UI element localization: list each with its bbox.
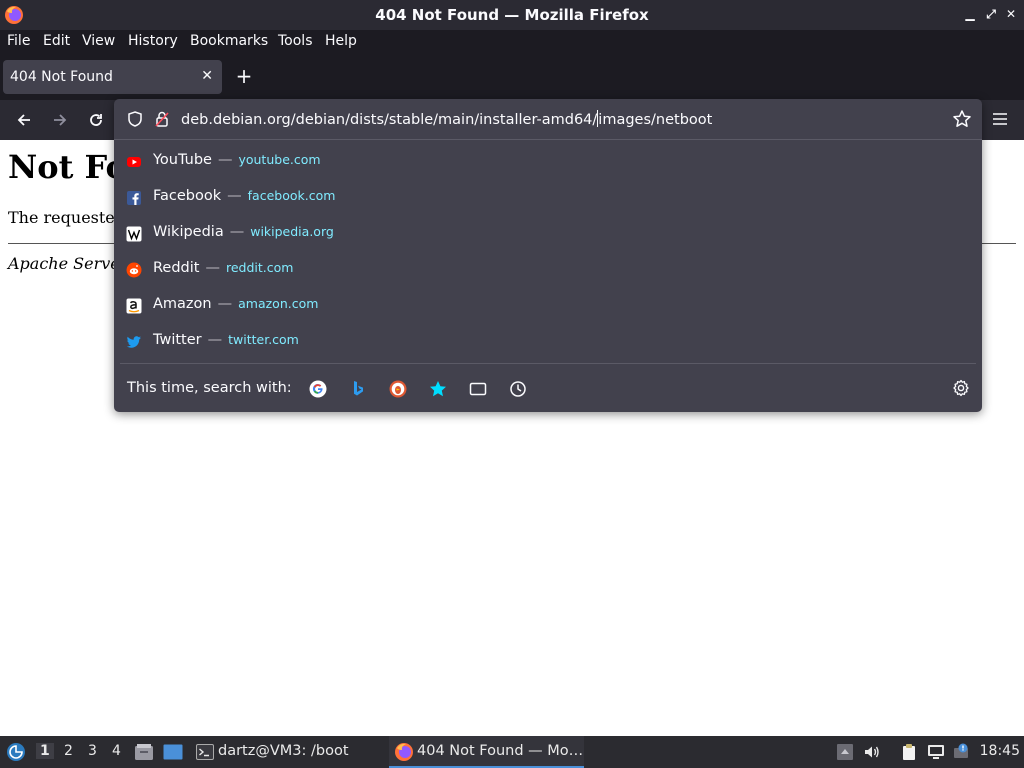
terminal-icon <box>196 744 214 760</box>
menu-history[interactable]: History <box>128 33 178 49</box>
suggestion-title: Wikipedia <box>153 224 224 240</box>
amazon-icon <box>126 298 142 314</box>
menu-view[interactable]: View <box>82 33 115 49</box>
suggestion-title: Twitter <box>153 332 202 348</box>
keyboard-layout-icon[interactable] <box>836 743 854 761</box>
new-tab-button[interactable]: + <box>234 66 254 86</box>
workspace-4[interactable]: 4 <box>112 743 121 759</box>
task-label: 404 Not Found — Mo… <box>417 743 584 759</box>
suggestion-title: Facebook <box>153 188 222 204</box>
youtube-icon <box>127 157 141 167</box>
url-text-before-caret: deb.debian.org/debian/dists/stable/main/… <box>181 112 598 128</box>
reddit-icon <box>126 262 142 278</box>
tab-close-icon[interactable]: ✕ <box>201 68 213 84</box>
google-icon[interactable] <box>308 379 328 399</box>
search-with-label: This time, search with: <box>127 380 292 396</box>
url-input[interactable]: deb.debian.org/debian/dists/stable/main/… <box>181 110 712 128</box>
tab-strip: 404 Not Found ✕ + <box>0 54 1024 100</box>
suggestion-separator: — <box>217 152 233 168</box>
menu-bar: File Edit View History Bookmarks Tools H… <box>0 30 1024 54</box>
bookmark-star-icon[interactable] <box>952 109 972 129</box>
tracking-protection-shield-icon[interactable] <box>126 110 144 128</box>
forward-arrow-icon[interactable] <box>50 110 70 130</box>
menu-file[interactable]: File <box>7 33 30 49</box>
suggestion-url: facebook.com <box>247 188 336 203</box>
file-manager-icon[interactable] <box>134 743 154 761</box>
suggestion-row[interactable]: Facebook — facebook.com <box>114 180 982 216</box>
suggestion-url: reddit.com <box>225 260 294 275</box>
history-icon[interactable] <box>508 379 528 399</box>
urlbar-dropdown: deb.debian.org/debian/dists/stable/main/… <box>114 99 982 412</box>
dropdown-divider <box>120 363 976 364</box>
urlbar-input-row[interactable]: deb.debian.org/debian/dists/stable/main/… <box>114 99 982 139</box>
menu-edit[interactable]: Edit <box>43 33 70 49</box>
server-signature: Apache Serve <box>8 254 120 273</box>
task-label: dartz@VM3: /boot <box>218 743 349 759</box>
suggestion-row[interactable]: Wikipedia — wikipedia.org <box>114 216 982 252</box>
twitter-icon <box>126 336 141 348</box>
notification-icon[interactable] <box>953 743 971 761</box>
suggestion-separator: — <box>217 296 233 312</box>
clipboard-icon[interactable] <box>900 743 918 761</box>
wikipedia-icon <box>126 226 142 242</box>
suggestion-url: wikipedia.org <box>250 224 334 239</box>
duckduckgo-icon[interactable] <box>388 379 408 399</box>
suggestion-separator: — <box>207 332 223 348</box>
facebook-icon <box>127 191 141 205</box>
suggestion-separator: — <box>205 260 220 276</box>
volume-icon[interactable] <box>863 743 881 761</box>
suggestion-separator: — <box>227 188 242 204</box>
suggestion-title: Reddit <box>153 260 200 276</box>
tab-title: 404 Not Found <box>10 69 113 85</box>
reload-icon[interactable] <box>86 110 106 130</box>
workspace-1[interactable]: 1 <box>36 743 54 759</box>
search-settings-gear-icon[interactable] <box>952 379 970 397</box>
dropdown-divider <box>114 139 982 140</box>
tabs-icon[interactable] <box>468 379 488 399</box>
workspace-2[interactable]: 2 <box>64 743 73 759</box>
firefox-icon <box>395 743 413 761</box>
maximize-icon[interactable]: ⤢ <box>983 6 999 22</box>
taskbar-clock: 18:45 <box>979 743 1020 759</box>
menu-help[interactable]: Help <box>325 33 357 49</box>
suggestion-title: Amazon <box>153 296 212 312</box>
url-text-after-caret: images/netboot <box>598 112 713 128</box>
suggestion-row[interactable]: Amazon — amazon.com <box>114 288 982 324</box>
taskbar: 1 2 3 4 dartz@VM3: /boot 404 Not Found —… <box>0 736 1024 768</box>
task-terminal[interactable]: dartz@VM3: /boot <box>192 736 378 768</box>
back-arrow-icon[interactable] <box>14 110 34 130</box>
page-paragraph: The requeste <box>8 208 115 227</box>
one-off-search-bar: This time, search with: <box>114 371 982 407</box>
page-heading: Not Fo <box>8 148 127 186</box>
minimize-icon[interactable]: ▁ <box>962 6 978 22</box>
suggestion-row[interactable]: Reddit — reddit.com <box>114 252 982 288</box>
menu-bookmarks[interactable]: Bookmarks <box>190 33 268 49</box>
bing-icon[interactable] <box>348 379 368 399</box>
window-titlebar: 404 Not Found — Mozilla Firefox ▁ ⤢ ✕ <box>0 0 1024 30</box>
suggestion-url: amazon.com <box>238 296 319 311</box>
insecure-lock-icon[interactable] <box>154 110 170 128</box>
start-menu-icon[interactable] <box>6 742 26 762</box>
tab-404-not-found[interactable]: 404 Not Found ✕ <box>3 60 222 94</box>
suggestion-row[interactable]: Twitter — twitter.com <box>114 324 982 360</box>
hamburger-menu-icon[interactable] <box>992 111 1008 127</box>
window-title: 404 Not Found — Mozilla Firefox <box>375 6 649 24</box>
suggestion-url: youtube.com <box>238 152 321 167</box>
bookmarks-icon[interactable] <box>428 379 448 399</box>
task-firefox[interactable]: 404 Not Found — Mo… <box>389 736 584 768</box>
close-icon[interactable]: ✕ <box>1003 6 1019 22</box>
suggestion-separator: — <box>229 224 245 240</box>
network-icon[interactable] <box>927 743 945 761</box>
suggestion-row[interactable]: YouTube — youtube.com <box>114 144 982 180</box>
show-desktop-icon[interactable] <box>163 744 183 760</box>
suggestion-url: twitter.com <box>228 332 299 347</box>
menu-tools[interactable]: Tools <box>278 33 313 49</box>
suggestion-title: YouTube <box>153 152 212 168</box>
workspace-3[interactable]: 3 <box>88 743 97 759</box>
